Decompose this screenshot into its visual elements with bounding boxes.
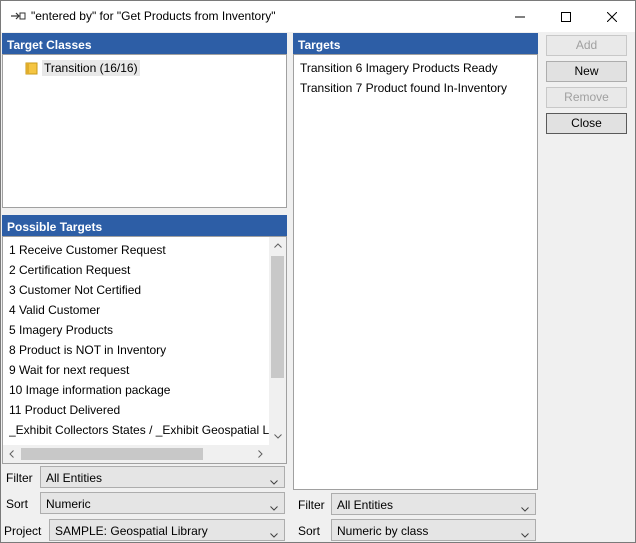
scroll-down-icon[interactable] [269,428,286,445]
close-button[interactable]: Close [546,113,627,134]
chevron-down-icon [270,474,278,488]
vertical-scrollbar[interactable] [269,237,286,445]
possible-targets-list[interactable]: 1 Receive Customer Request 2 Certificati… [2,236,287,464]
scroll-left-icon[interactable] [3,445,20,462]
new-button[interactable]: New [546,61,627,82]
filter-select[interactable]: All Entities [40,466,285,488]
targets-filter-select[interactable]: All Entities [331,493,536,515]
target-classes-tree[interactable]: Transition (16/16) [2,54,287,208]
scroll-right-icon[interactable] [252,445,269,462]
title-bar[interactable]: "entered by" for "Get Products from Inve… [1,1,635,32]
targets-sort-select[interactable]: Numeric by class [331,519,536,541]
tree-item-transition[interactable]: Transition (16/16) [25,59,140,77]
add-button[interactable]: Add [546,35,627,56]
project-label: Project [4,524,42,538]
scroll-corner [269,445,286,463]
project-select[interactable]: SAMPLE: Geospatial Library [49,519,285,541]
list-item[interactable]: 11 Product Delivered [9,400,120,420]
list-item[interactable]: 4 Valid Customer [9,300,100,320]
vertical-scroll-thumb[interactable] [271,256,284,378]
minimize-icon [515,16,525,17]
filter-value: All Entities [46,471,103,485]
dialog-window: "entered by" for "Get Products from Inve… [0,0,636,543]
close-icon [607,11,617,22]
targets-header: Targets [293,33,538,54]
list-item[interactable]: 8 Product is NOT in Inventory [9,340,166,360]
list-item[interactable]: 9 Wait for next request [9,360,129,380]
targets-filter-label: Filter [298,498,325,512]
list-item[interactable]: 5 Imagery Products [9,320,113,340]
horizontal-scrollbar[interactable] [3,445,269,463]
project-value: SAMPLE: Geospatial Library [55,524,208,538]
chevron-down-icon [270,527,278,541]
scroll-up-icon[interactable] [269,237,286,254]
list-item[interactable]: 1 Receive Customer Request [9,240,166,260]
list-item[interactable]: 10 Image information package [9,380,170,400]
list-item[interactable]: _Exhibit Collectors States / _Exhibit Ge… [9,420,269,440]
close-window-button[interactable] [589,1,635,32]
list-item[interactable]: 3 Customer Not Certified [9,280,141,300]
horizontal-scroll-thumb[interactable] [21,448,203,460]
remove-button[interactable]: Remove [546,87,627,108]
targets-sort-value: Numeric by class [337,524,429,538]
list-item[interactable]: 2 Certification Request [9,260,130,280]
chevron-down-icon [521,501,529,515]
filter-label: Filter [6,471,33,485]
targets-list[interactable]: Transition 6 Imagery Products Ready Tran… [293,54,538,490]
window-title: "entered by" for "Get Products from Inve… [31,9,276,23]
chevron-down-icon [270,500,278,514]
minimize-button[interactable] [497,1,543,32]
targets-sort-label: Sort [298,524,321,538]
sort-value: Numeric [46,497,91,511]
link-arrow-icon [10,10,26,22]
tree-item-label: Transition (16/16) [42,60,140,76]
targets-filter-value: All Entities [337,498,394,512]
maximize-button[interactable] [543,1,589,32]
chevron-down-icon [521,527,529,541]
maximize-icon [561,11,571,22]
folder-icon [25,61,39,75]
target-classes-header: Target Classes [2,33,287,54]
possible-targets-header: Possible Targets [2,215,287,236]
list-item[interactable]: Transition 6 Imagery Products Ready [300,58,498,78]
sort-select[interactable]: Numeric [40,492,285,514]
sort-label: Sort [6,497,29,511]
list-item[interactable]: Transition 7 Product found In-Inventory [300,78,507,98]
